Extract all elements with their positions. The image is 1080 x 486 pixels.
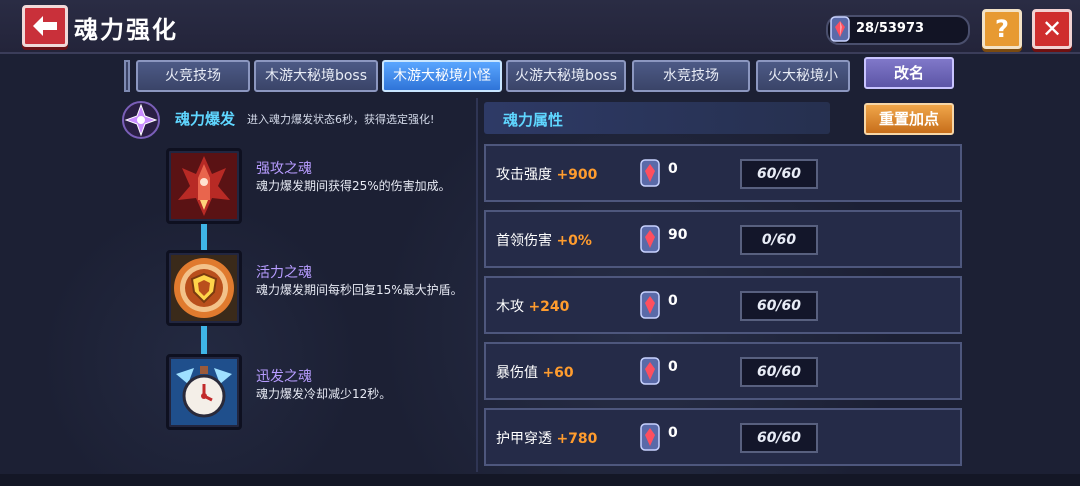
attribute-level: 60/60 (740, 357, 818, 387)
rename-button[interactable]: 改名 (864, 57, 954, 89)
attribute-cost: 0 (668, 293, 678, 309)
stopwatch-icon (171, 359, 237, 425)
attribute-row-wood-attack[interactable]: 木攻 +240 0 60/60 (484, 276, 962, 334)
skill-connector (201, 224, 207, 252)
soul-slot-strong-attack[interactable] (166, 148, 242, 224)
soul-name: 强攻之魂 (256, 161, 312, 177)
attribute-row-crit-damage[interactable]: 暴伤值 +60 0 60/60 (484, 342, 962, 400)
page-title: 魂力强化 (74, 16, 178, 44)
soul-burst-title: 魂力爆发 (175, 110, 236, 128)
help-button[interactable]: ? (982, 9, 1022, 49)
tab-fire-arena[interactable]: 火竞技场 (136, 60, 250, 92)
tab-water-arena[interactable]: 水竞技场 (632, 60, 750, 92)
attribute-label: 攻击强度 +900 (496, 167, 598, 183)
attribute-title: 魂力属性 (503, 111, 564, 129)
reset-points-button[interactable]: 重置加点 (864, 103, 954, 135)
soul-description: 魂力爆发期间每秒回复15%最大护盾。 (256, 283, 463, 297)
tab-fire-minions[interactable]: 火大秘境小 (756, 60, 850, 92)
attribute-label: 暴伤值 +60 (496, 365, 574, 381)
soul-gem-icon (640, 159, 660, 187)
attribute-label: 护甲穿透 +780 (496, 431, 598, 447)
tab-scroll-edge (124, 60, 130, 92)
soul-name: 活力之魂 (256, 265, 312, 281)
back-button[interactable] (22, 5, 68, 47)
gold-shield-icon (171, 255, 237, 321)
attribute-row-attack-power[interactable]: 攻击强度 +900 0 60/60 (484, 144, 962, 202)
attribute-level: 60/60 (740, 159, 818, 189)
soul-gem-icon (640, 225, 660, 253)
attribute-row-boss-damage[interactable]: 首领伤害 +0% 90 0/60 (484, 210, 962, 268)
tab-fire-boss[interactable]: 火游大秘境boss (506, 60, 626, 92)
panel-divider (476, 98, 478, 472)
soul-description: 魂力爆发冷却减少12秒。 (256, 387, 392, 401)
top-bar: 魂力强化 28/53973 ? ✕ (0, 0, 1080, 54)
currency-value: 28/53973 (856, 21, 925, 36)
attribute-cost: 0 (668, 161, 678, 177)
attribute-level: 60/60 (740, 423, 818, 453)
tab-wood-minions[interactable]: 木游大秘境小怪 (382, 60, 502, 92)
soul-gem-icon (830, 16, 850, 42)
bottom-strip (0, 474, 1080, 486)
attribute-row-armor-pierce[interactable]: 护甲穿透 +780 0 60/60 (484, 408, 962, 466)
soul-burst-description: 进入魂力爆发状态6秒，获得选定强化! (247, 113, 435, 126)
attribute-level: 0/60 (740, 225, 818, 255)
attribute-label: 木攻 +240 (496, 299, 570, 315)
back-arrow-icon (33, 16, 57, 36)
soul-burst-icon (122, 101, 160, 139)
attribute-cost: 0 (668, 425, 678, 441)
soul-description: 魂力爆发期间获得25%的伤害加成。 (256, 179, 451, 193)
soul-gem-icon (640, 357, 660, 385)
soul-slot-vitality[interactable] (166, 250, 242, 326)
attribute-bonus: +780 (556, 431, 598, 447)
soul-name: 迅发之魂 (256, 369, 312, 385)
soul-currency-counter: 28/53973 (826, 15, 970, 45)
soul-gem-icon (640, 291, 660, 319)
red-rocket-icon (171, 153, 237, 219)
attribute-bonus: +900 (556, 167, 598, 183)
attribute-label: 首领伤害 +0% (496, 233, 592, 249)
soul-gem-icon (640, 423, 660, 451)
attribute-bonus: +0% (556, 233, 592, 249)
tab-wood-boss[interactable]: 木游大秘境boss (254, 60, 378, 92)
attribute-level: 60/60 (740, 291, 818, 321)
soul-slot-swift[interactable] (166, 354, 242, 430)
attribute-bonus: +60 (542, 365, 574, 381)
close-button[interactable]: ✕ (1032, 9, 1072, 49)
skill-connector (201, 326, 207, 356)
attribute-cost: 90 (668, 227, 688, 243)
attribute-cost: 0 (668, 359, 678, 375)
attribute-bonus: +240 (528, 299, 570, 315)
